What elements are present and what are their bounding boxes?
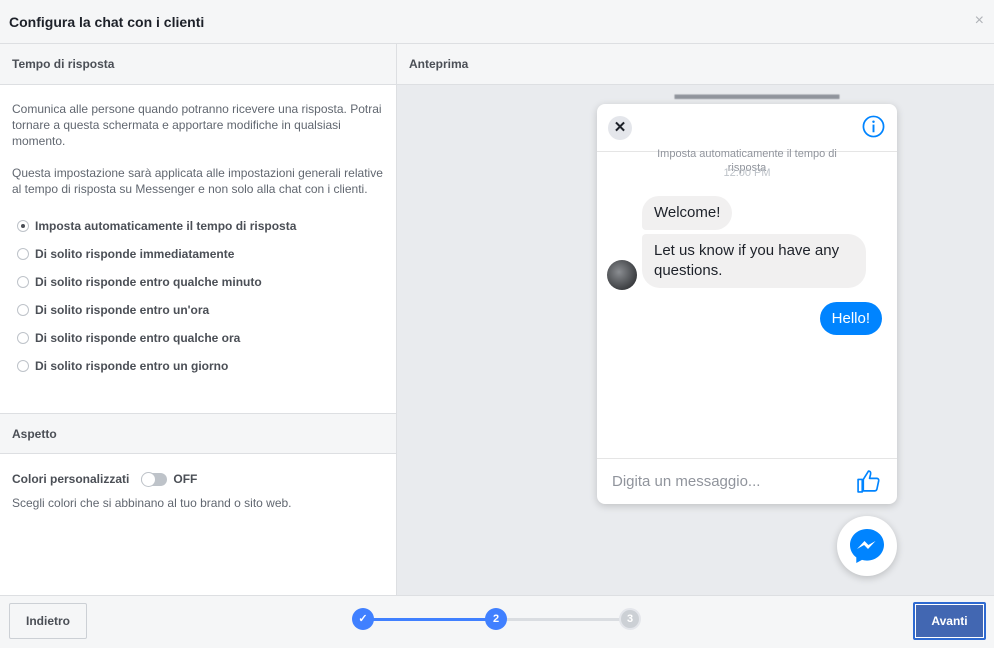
messenger-icon: [850, 529, 884, 563]
response-time-description: Comunica alle persone quando potranno ri…: [12, 102, 382, 148]
message-question: Let us know if you have any questions.: [642, 234, 866, 288]
radio-icon[interactable]: [17, 332, 29, 344]
section-title-preview: Anteprima: [397, 44, 994, 85]
radio-selected-icon[interactable]: [17, 220, 29, 232]
avatar: [607, 260, 637, 290]
step-1-done-icon: ✓: [352, 608, 374, 630]
message-time: 12:00 PM: [723, 167, 771, 179]
section-title-appearance: Aspetto: [0, 413, 396, 454]
response-time-note: Questa impostazione sarà applicata alle …: [12, 166, 383, 196]
option-hours[interactable]: Di solito risponde entro qualche ora: [17, 324, 396, 352]
option-label: Di solito risponde entro un'ora: [35, 303, 210, 317]
close-icon[interactable]: ✕: [608, 116, 632, 140]
section-title-response-time: Tempo di risposta: [0, 44, 396, 85]
toggle-knob: [141, 471, 157, 487]
stepper-line-todo: [506, 618, 620, 621]
stepper-line-done: [372, 618, 496, 621]
radio-icon[interactable]: [17, 276, 29, 288]
radio-icon[interactable]: [17, 360, 29, 372]
close-icon[interactable]: ×: [975, 12, 984, 30]
info-icon[interactable]: [862, 115, 885, 138]
step-3-todo: 3: [619, 608, 641, 630]
message-composer[interactable]: Digita un messaggio...: [597, 458, 897, 504]
custom-colors-toggle[interactable]: [141, 471, 168, 487]
message-welcome: Welcome!: [642, 196, 733, 230]
blurred-background-text: ▬▬▬▬▬▬▬▬▬▬▬: [674, 86, 840, 103]
settings-panel: Tempo di risposta Comunica alle persone …: [0, 44, 397, 595]
custom-colors-row: Colori personalizzati OFF: [0, 454, 396, 487]
option-day[interactable]: Di solito risponde entro un giorno: [17, 352, 396, 380]
back-button[interactable]: Indietro: [9, 603, 87, 639]
option-label: Di solito risponde entro qualche ora: [35, 331, 241, 345]
radio-icon[interactable]: [17, 304, 29, 316]
chat-window-preview: ✕ Imposta automaticamente il tempo di ri…: [597, 104, 897, 504]
custom-colors-label: Colori personalizzati: [12, 472, 130, 486]
message-input-placeholder[interactable]: Digita un messaggio...: [612, 473, 760, 490]
like-icon[interactable]: [856, 469, 881, 494]
step-2-current: 2: [485, 608, 507, 630]
option-label: Di solito risponde immediatamente: [35, 247, 235, 261]
next-button[interactable]: Avanti: [913, 602, 986, 640]
dialog-footer: Indietro ✓ 2 3 Avanti: [0, 595, 994, 648]
radio-icon[interactable]: [17, 248, 29, 260]
chat-header: ✕: [597, 104, 897, 152]
preview-panel: Anteprima ▬▬▬▬▬▬▬▬▬▬▬ ✕ Imposta automati…: [397, 44, 994, 595]
dialog-header: Configura la chat con i clienti ×: [0, 0, 994, 44]
option-label: Di solito risponde entro un giorno: [35, 359, 229, 373]
option-auto[interactable]: Imposta automaticamente il tempo di risp…: [17, 212, 396, 240]
custom-colors-description: Scegli colori che si abbinano al tuo bra…: [12, 496, 292, 510]
messenger-launcher-button[interactable]: [837, 516, 897, 576]
message-reply: Hello!: [819, 302, 882, 335]
dialog-title: Configura la chat con i clienti: [9, 14, 205, 30]
option-immediately[interactable]: Di solito risponde immediatamente: [17, 240, 396, 268]
toggle-state: OFF: [173, 472, 198, 486]
option-hour[interactable]: Di solito risponde entro un'ora: [17, 296, 396, 324]
option-label: Imposta automaticamente il tempo di risp…: [35, 219, 297, 233]
appearance-section: Aspetto Colori personalizzati OFF Scegli…: [0, 413, 396, 510]
option-minutes[interactable]: Di solito risponde entro qualche minuto: [17, 268, 396, 296]
option-label: Di solito risponde entro qualche minuto: [35, 275, 262, 289]
progress-stepper: ✓ 2 3: [352, 607, 642, 631]
response-time-options: Imposta automaticamente il tempo di risp…: [0, 197, 396, 380]
